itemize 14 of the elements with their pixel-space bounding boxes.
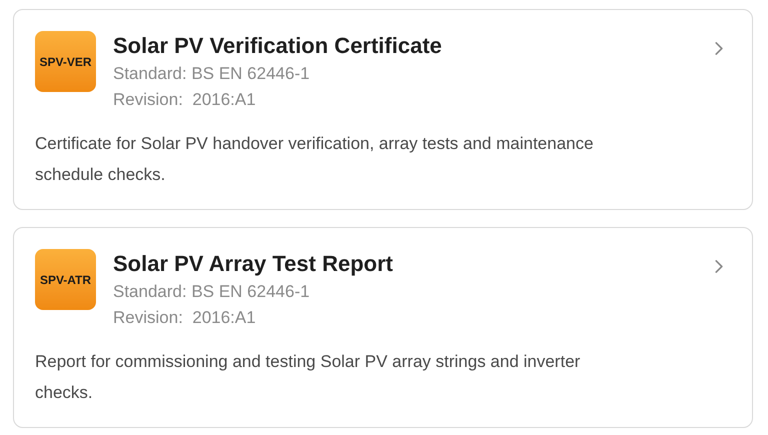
revision-label: Revision: 2016:A1: [113, 89, 257, 111]
certificate-card[interactable]: SPV-ATR Solar PV Array Test Report Standard: BS EN 62446-1 Revision: 2016:A1 Report for commissioning and testing Solar PV array strings and inverter checks.: [13, 227, 753, 428]
card-title: Solar PV Array Test Report: [113, 250, 393, 278]
chevron-icon: [715, 260, 723, 273]
code-badge: SPV-VER: [35, 31, 96, 92]
certificate-card[interactable]: SPV-VER Solar PV Verification Certificate Standard: BS EN 62446-1 Revision: 2016:A1 Certificate for Solar PV handover verification, array tests and maintenance schedule checks.: [13, 9, 753, 210]
standard-label: Standard: BS EN 62446-1: [113, 63, 311, 85]
revision-label: Revision: 2016:A1: [113, 307, 257, 329]
code-badge: SPV-ATR: [35, 249, 96, 310]
standard-label: Standard: BS EN 62446-1: [113, 281, 311, 303]
card-title: Solar PV Verification Certificate: [113, 32, 442, 60]
chevron-icon: [715, 42, 723, 55]
card-description: Report for commissioning and testing Solar PV array strings and inverter checks.: [35, 351, 582, 404]
card-description: Certificate for Solar PV handover verification, array tests and maintenance schedule checks.: [35, 133, 594, 186]
